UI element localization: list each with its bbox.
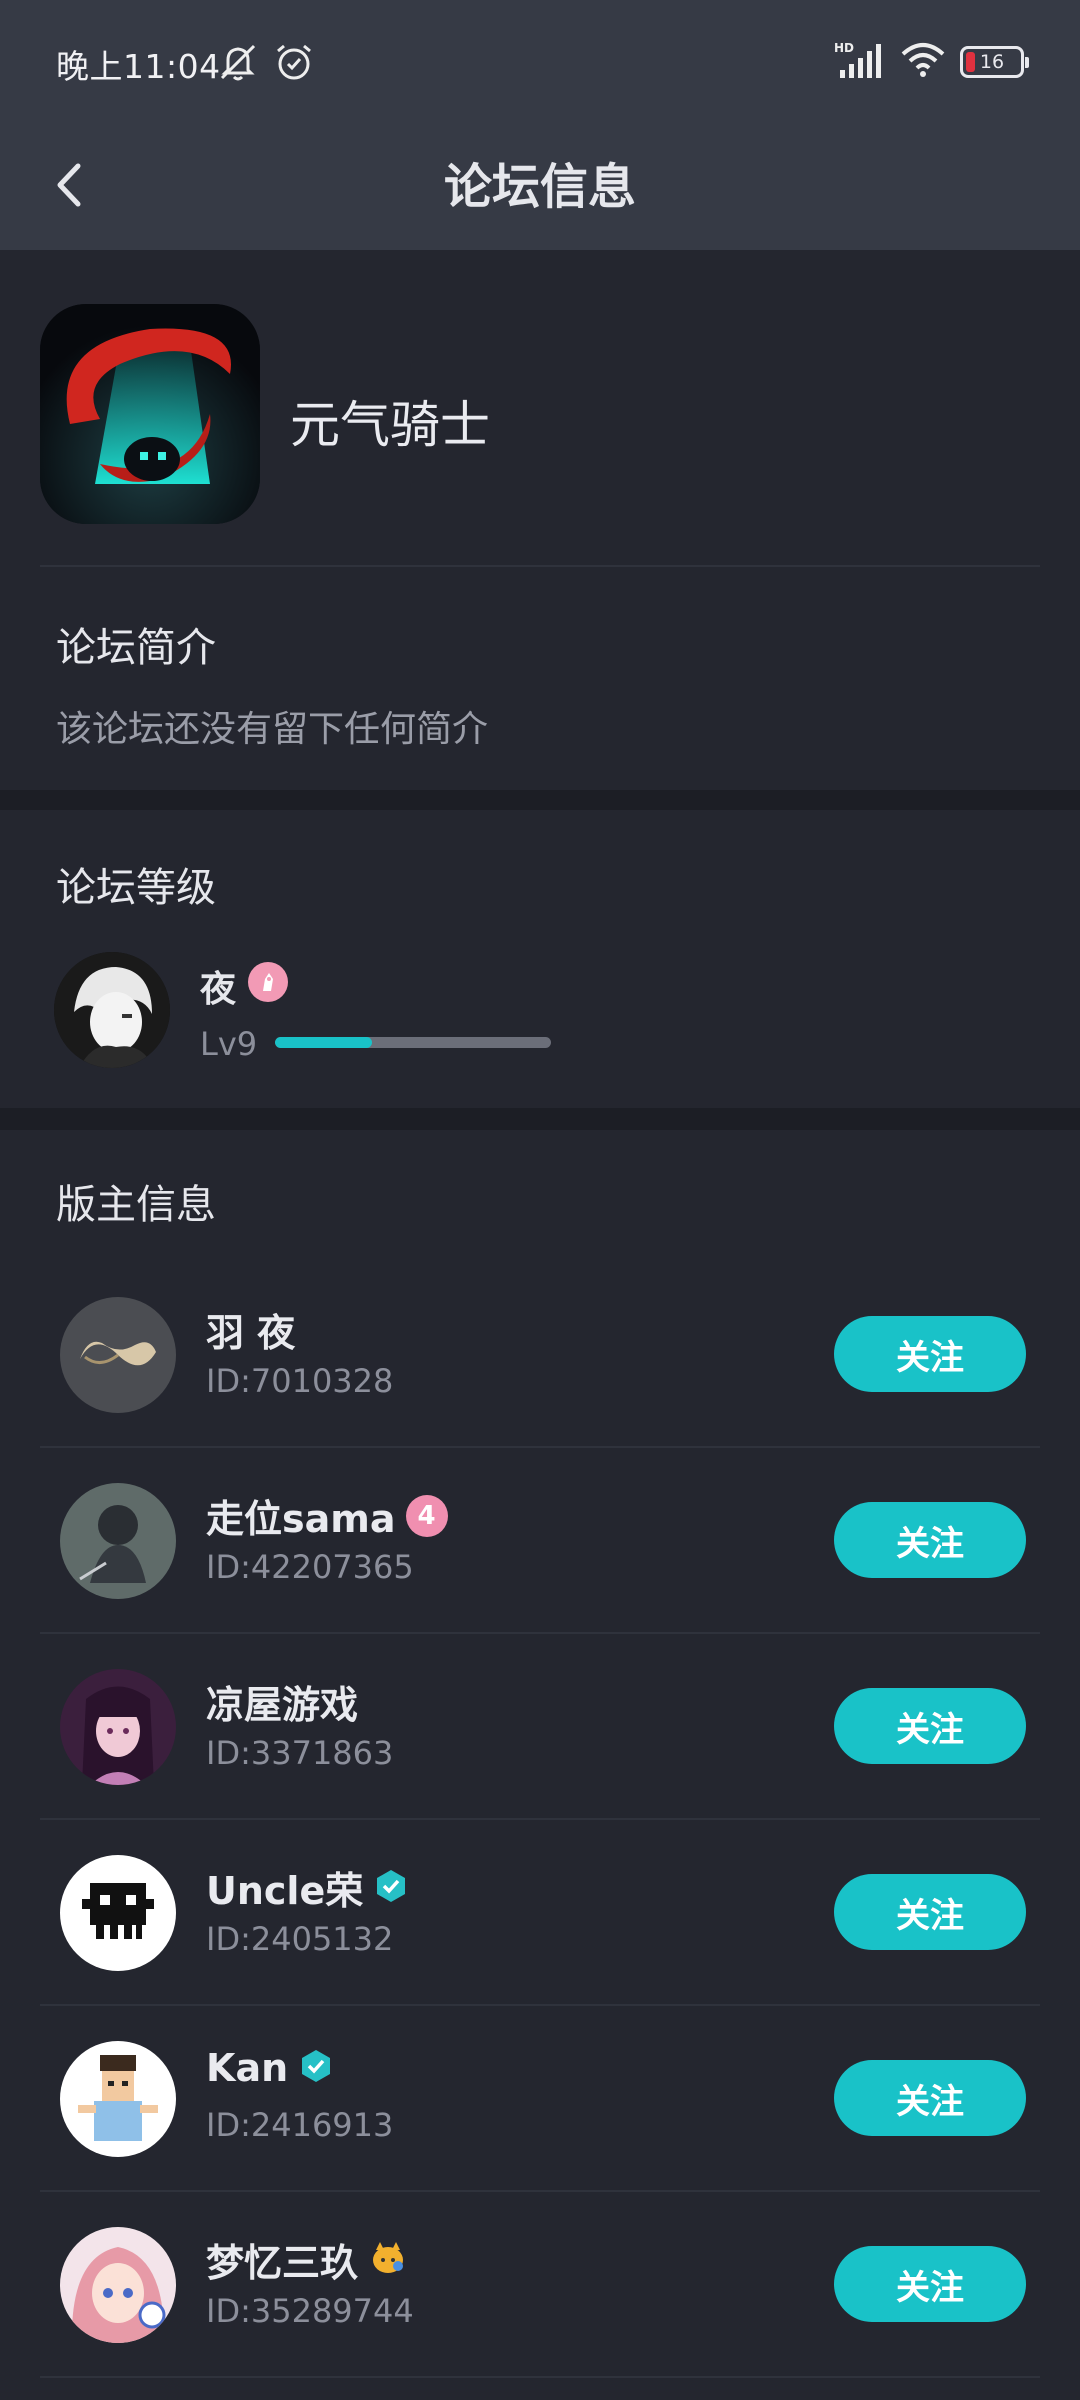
- level-badge-icon: [248, 962, 288, 1002]
- level-progress-fill: [275, 1037, 372, 1048]
- level-progress-bar: [275, 1037, 551, 1048]
- avatar[interactable]: [60, 1483, 176, 1599]
- list-item[interactable]: Uncle荣 ID:2405132 关注: [40, 1820, 1040, 2006]
- avatar[interactable]: [54, 952, 170, 1068]
- moderator-name: 走位sama: [206, 1497, 396, 1541]
- follow-button[interactable]: 关注: [834, 1316, 1026, 1392]
- verified-icon: [298, 2048, 334, 2088]
- battery-level-text: 16: [979, 51, 1005, 73]
- moderator-name: Uncle荣: [206, 1869, 364, 1913]
- list-item[interactable]: 凉屋游戏 ID:3371863 关注: [40, 1634, 1040, 1820]
- follow-button[interactable]: 关注: [834, 1874, 1026, 1950]
- list-item[interactable]: 羽 夜 ID:7010328 关注: [40, 1262, 1040, 1448]
- moderator-name: 梦忆三玖: [206, 2241, 359, 2285]
- section-gap: [0, 790, 1080, 810]
- follow-button[interactable]: 关注: [834, 1688, 1026, 1764]
- top-bar: 晚上11:04 HD 16 论坛信息: [0, 0, 1080, 250]
- section-gap: [0, 1108, 1080, 1130]
- moderator-name-line: 凉屋游戏: [206, 1674, 358, 1729]
- status-right-group: HD 16: [834, 40, 1029, 84]
- battery-level-fill: [966, 52, 975, 72]
- moderator-id: ID:35289744: [206, 2292, 414, 2330]
- forum-logo[interactable]: [40, 304, 260, 524]
- moderator-name: Kan: [206, 2046, 289, 2090]
- avatar[interactable]: [60, 2041, 176, 2157]
- header: 论坛信息: [0, 125, 1080, 250]
- verified-icon: [373, 1868, 409, 1908]
- forum-logo-image: [40, 304, 260, 524]
- moderator-name: 凉屋游戏: [206, 1683, 359, 1727]
- avatar[interactable]: [60, 2227, 176, 2343]
- moderator-id: ID:42207365: [206, 1548, 414, 1586]
- moderator-avatar-image: [60, 2041, 176, 2157]
- moderator-name: 羽 夜: [206, 1311, 296, 1355]
- moderator-name-line: Kan: [206, 2046, 334, 2090]
- intro-text: 该论坛还没有留下任何简介: [56, 709, 489, 750]
- list-item[interactable]: Kan ID:2416913 关注: [40, 2006, 1040, 2192]
- moderator-avatar-image: [60, 1855, 176, 1971]
- level-user-name: 夜: [200, 969, 237, 1010]
- moderator-avatar-image: [60, 1483, 176, 1599]
- divider: [40, 2376, 1040, 2378]
- level-title: 论坛等级: [56, 865, 216, 911]
- list-item[interactable]: 走位sama 4 ID:42207365 关注: [40, 1448, 1040, 1634]
- forum-head: 元气骑士: [0, 250, 1080, 565]
- moderators-title: 版主信息: [56, 1182, 216, 1228]
- network-label: HD: [834, 41, 854, 55]
- moderator-id: ID:3371863: [206, 1734, 394, 1772]
- list-item[interactable]: 梦忆三玖 ID:35289744 关注: [40, 2192, 1040, 2378]
- follow-button[interactable]: 关注: [834, 2246, 1026, 2322]
- avatar[interactable]: [60, 1669, 176, 1785]
- avatar[interactable]: [60, 1855, 176, 1971]
- follow-button[interactable]: 关注: [834, 2060, 1026, 2136]
- moderator-name-line: 梦忆三玖: [206, 2232, 408, 2287]
- page-title: 论坛信息: [443, 159, 636, 215]
- follow-button[interactable]: 关注: [834, 1502, 1026, 1578]
- moderator-avatar-image: [60, 2227, 176, 2343]
- status-bar: 晚上11:04 HD 16: [0, 0, 1080, 125]
- level-label: Lv9: [200, 1025, 258, 1063]
- moderator-name-line: 走位sama 4: [206, 1488, 448, 1543]
- alarm-icon: [272, 40, 316, 88]
- emoji-badge-icon: [368, 2238, 408, 2282]
- moderator-name-line: 羽 夜: [206, 1302, 295, 1357]
- moderator-name-line: Uncle荣: [206, 1860, 409, 1915]
- signal-icon: HD: [834, 40, 886, 84]
- moderator-avatar-image: [60, 1669, 176, 1785]
- moderator-id: ID:2416913: [206, 2106, 394, 2144]
- level-badge-icon: 4: [405, 1494, 448, 1537]
- avatar[interactable]: [60, 1297, 176, 1413]
- battery-icon: 16: [960, 46, 1029, 78]
- moderator-id: ID:2405132: [206, 1920, 394, 1958]
- wifi-icon: [900, 40, 946, 84]
- forum-name: 元气骑士: [290, 396, 490, 454]
- user-avatar-image: [54, 952, 170, 1068]
- divider: [40, 565, 1040, 567]
- moderator-avatar-image: [60, 1297, 176, 1413]
- mute-icon: [216, 40, 260, 88]
- intro-title: 论坛简介: [56, 625, 216, 671]
- moderator-id: ID:7010328: [206, 1362, 394, 1400]
- status-time: 晚上11:04: [56, 47, 221, 86]
